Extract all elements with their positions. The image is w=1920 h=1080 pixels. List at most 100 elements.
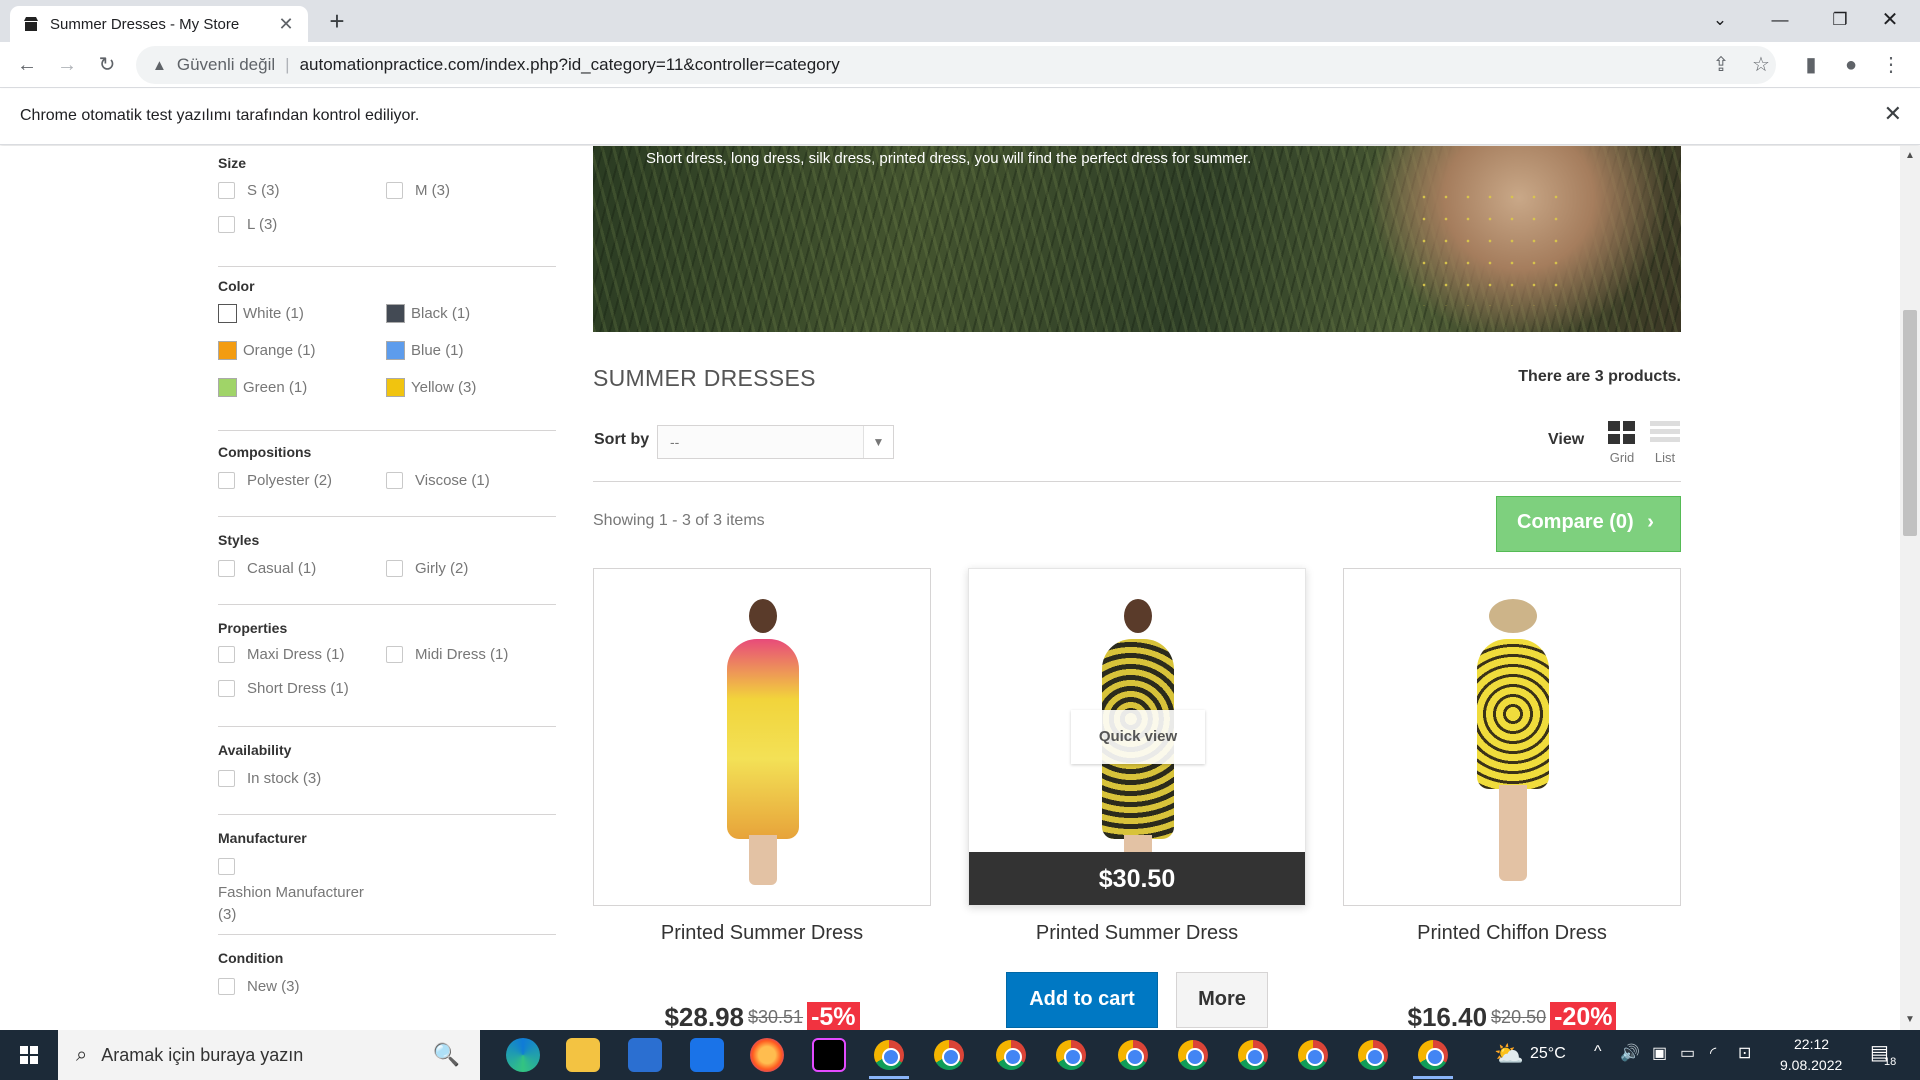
reload-icon[interactable]: ↻ [92,50,122,80]
checkbox[interactable] [218,858,235,875]
color-swatch[interactable] [386,378,405,397]
scrollbar-thumb[interactable] [1903,310,1917,536]
checkbox[interactable] [218,770,235,787]
filter-option[interactable]: In stock (3) [218,770,321,787]
product-image[interactable]: Quick view $30.50 [968,568,1306,906]
minimize-button[interactable]: — [1750,0,1810,40]
chrome-icon[interactable] [874,1040,904,1070]
chrome-icon[interactable] [1298,1040,1328,1070]
network-icon[interactable]: ⊡ [1738,1043,1751,1063]
color-option[interactable]: Yellow (3) [386,378,476,397]
product-name[interactable]: Printed Chiffon Dress [1343,922,1681,945]
color-option[interactable]: Blue (1) [386,341,464,360]
checkbox[interactable] [218,182,235,199]
color-swatch[interactable] [386,304,405,323]
color-option[interactable]: Green (1) [218,378,307,397]
clock-time[interactable]: 22:12 [1794,1036,1829,1052]
chrome-icon[interactable] [1238,1040,1268,1070]
browser-tab[interactable]: Summer Dresses - My Store ✕ [10,6,308,42]
checkbox[interactable] [386,472,403,489]
color-swatch[interactable] [218,378,237,397]
scroll-down-icon[interactable]: ▼ [1900,1012,1920,1028]
menu-kebab-icon[interactable]: ⋮ [1876,50,1906,80]
taskbar-search[interactable]: ⌕ Aramak için buraya yazın 🔍 [58,1030,480,1080]
product-name[interactable]: Printed Summer Dress [968,922,1306,945]
chevron-down-icon[interactable]: ▼ [863,426,893,458]
checkbox[interactable] [386,182,403,199]
new-tab-button[interactable]: + [322,6,352,36]
back-icon[interactable]: ← [12,50,42,80]
chrome-icon[interactable] [996,1040,1026,1070]
checkbox[interactable] [218,978,235,995]
filter-option[interactable] [218,858,247,875]
wifi-icon[interactable]: ◜ [1710,1043,1716,1063]
more-button[interactable]: More [1176,972,1268,1028]
start-button[interactable] [0,1030,58,1080]
share-icon[interactable]: ⇪ [1706,50,1736,80]
side-panel-icon[interactable]: ▮ [1796,50,1826,80]
color-option[interactable]: White (1) [218,304,304,323]
product-image[interactable] [1343,568,1681,906]
checkbox[interactable] [218,472,235,489]
profile-avatar-icon[interactable]: ● [1836,50,1866,80]
chrome-icon[interactable] [1056,1040,1086,1070]
file-explorer-icon[interactable] [566,1038,600,1072]
color-swatch[interactable] [218,341,237,360]
firefox-icon[interactable] [750,1038,784,1072]
bookmark-star-icon[interactable]: ☆ [1746,50,1776,80]
chrome-icon[interactable] [1118,1040,1148,1070]
add-to-cart-button[interactable]: Add to cart [1006,972,1158,1028]
tab-close-icon[interactable]: ✕ [276,14,296,35]
product-image[interactable] [593,568,931,906]
scroll-up-icon[interactable]: ▲ [1900,148,1920,164]
infobar-close-icon[interactable]: ✕ [1884,101,1902,127]
quick-view-button[interactable]: Quick view [1071,710,1205,764]
weather-temp[interactable]: 25°C [1530,1045,1566,1063]
chevron-up-icon[interactable]: ^ [1594,1043,1602,1061]
forward-icon[interactable]: → [52,50,82,80]
mail-icon[interactable] [690,1038,724,1072]
checkbox[interactable] [218,646,235,663]
compare-button[interactable]: Compare (0) › [1496,496,1681,552]
filter-option[interactable]: L (3) [218,216,277,233]
list-view-toggle[interactable]: List [1649,421,1681,465]
page-scrollbar[interactable] [1900,146,1920,1030]
address-bar[interactable]: ▲ Güvenli değil | automationpractice.com… [136,46,1776,84]
product-name[interactable]: Printed Summer Dress [593,922,931,945]
filter-option[interactable]: Maxi Dress (1) [218,646,345,663]
filter-option[interactable]: New (3) [218,978,300,995]
filter-option[interactable]: M (3) [386,182,450,199]
color-swatch[interactable] [218,304,237,323]
checkbox[interactable] [218,560,235,577]
chrome-icon[interactable] [1418,1040,1448,1070]
filter-option[interactable]: Short Dress (1) [218,680,349,697]
filter-option[interactable]: Polyester (2) [218,472,332,489]
sort-select[interactable]: -- ▼ [657,425,894,459]
chrome-icon[interactable] [1178,1040,1208,1070]
close-window-button[interactable]: ✕ [1860,0,1920,40]
filter-option[interactable]: Casual (1) [218,560,316,577]
color-option[interactable]: Orange (1) [218,341,316,360]
color-option[interactable]: Black (1) [386,304,470,323]
speaker-icon[interactable]: 🔊 [1620,1043,1640,1063]
intellij-icon[interactable] [812,1038,846,1072]
clock-date[interactable]: 9.08.2022 [1780,1057,1842,1073]
chrome-icon[interactable] [934,1040,964,1070]
tab-search-icon[interactable]: ⌄ [1690,0,1750,40]
battery-icon[interactable]: ▭ [1680,1043,1695,1063]
color-swatch[interactable] [386,341,405,360]
filter-option[interactable]: S (3) [218,182,280,199]
checkbox[interactable] [218,680,235,697]
store-icon[interactable] [628,1038,662,1072]
grid-view-toggle[interactable]: Grid [1606,421,1638,465]
filter-option[interactable]: Midi Dress (1) [386,646,508,663]
filter-option[interactable]: Girly (2) [386,560,468,577]
filter-option[interactable]: Viscose (1) [386,472,490,489]
weather-icon[interactable]: ⛅ [1494,1040,1524,1069]
checkbox[interactable] [386,646,403,663]
camera-icon[interactable]: ▣ [1652,1043,1667,1063]
checkbox[interactable] [386,560,403,577]
checkbox[interactable] [218,216,235,233]
chrome-icon[interactable] [1358,1040,1388,1070]
edge-icon[interactable] [506,1038,540,1072]
